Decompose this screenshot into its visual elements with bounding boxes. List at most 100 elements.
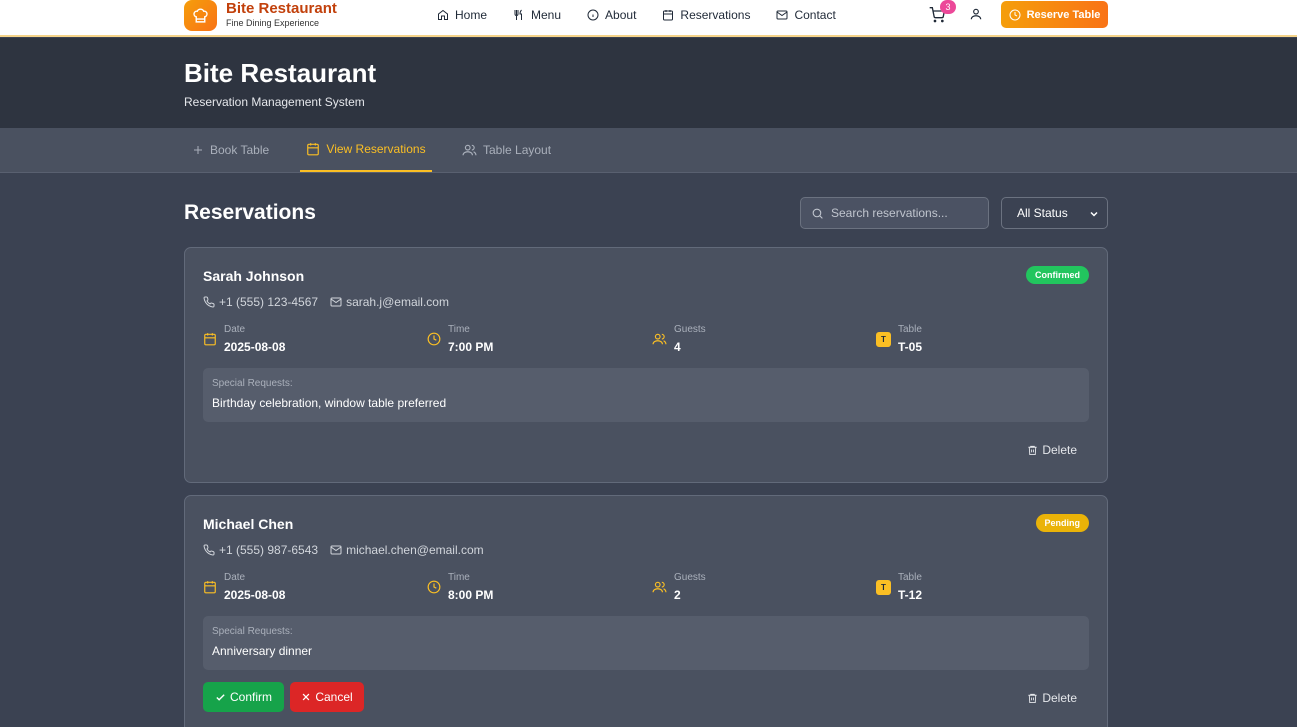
chef-hat-icon [184, 0, 217, 31]
time-detail: Time 7:00 PM [427, 324, 493, 354]
nav-about-label: About [605, 8, 637, 22]
reservation-card: Michael Chen Pending +1 (555) 987-6543 m… [184, 495, 1108, 727]
delete-button[interactable]: Delete [1027, 691, 1077, 705]
brand[interactable]: Bite Restaurant Fine Dining Experience [184, 0, 337, 31]
status-filter-value: All Status [1017, 206, 1068, 220]
search-box[interactable] [800, 197, 989, 229]
page-subtitle: Reservation Management System [184, 95, 365, 109]
delete-label: Delete [1042, 443, 1077, 457]
special-requests-text: Anniversary dinner [212, 644, 313, 658]
reservation-card: Sarah Johnson Confirmed +1 (555) 123-456… [184, 247, 1108, 483]
time-value: 7:00 PM [448, 340, 494, 354]
brand-tagline: Fine Dining Experience [226, 18, 320, 28]
search-input[interactable] [831, 206, 981, 220]
tab-view-reservations-label: View Reservations [326, 142, 426, 156]
special-requests-label: Special Requests: [212, 378, 293, 389]
time-label: Time [448, 572, 470, 583]
page-title: Bite Restaurant [184, 58, 377, 88]
trash-icon [1028, 693, 1037, 704]
mail-icon [330, 297, 342, 307]
guest-name: Sarah Johnson [203, 268, 305, 284]
guest-email: sarah.j@email.com [346, 295, 449, 309]
plus-icon [194, 146, 202, 154]
reserve-table-label: Reserve Table [1026, 8, 1101, 21]
confirm-button[interactable]: Confirm [203, 682, 284, 712]
date-label: Date [224, 324, 246, 335]
close-icon [302, 693, 310, 701]
delete-button[interactable]: Delete [1027, 443, 1077, 457]
nav-home[interactable]: Home [437, 7, 487, 23]
home-icon [438, 9, 448, 20]
date-value: 2025-08-08 [224, 340, 286, 354]
guests-label: Guests [674, 572, 706, 583]
reserve-table-button[interactable]: Reserve Table [1001, 1, 1108, 28]
date-label: Date [224, 572, 246, 583]
nav-reservations-label: Reservations [680, 8, 751, 22]
table-icon: T [876, 332, 891, 347]
delete-label: Delete [1042, 691, 1077, 705]
calendar-icon [307, 143, 320, 156]
calendar-icon [663, 10, 674, 21]
users-icon [652, 580, 667, 594]
guests-detail: Guests 2 [652, 572, 706, 602]
tab-book-table[interactable]: Book Table [192, 128, 269, 172]
mail-icon [330, 545, 342, 555]
table-value: T-12 [898, 588, 923, 602]
tab-bar: Book Table View Reservations Table Layou… [0, 128, 1297, 173]
cancel-button[interactable]: Cancel [290, 682, 364, 712]
tab-view-reservations[interactable]: View Reservations [300, 128, 432, 172]
status-badge: Confirmed [1026, 266, 1089, 284]
nav-reservations[interactable]: Reservations [662, 7, 750, 23]
date-detail: Date 2025-08-08 [203, 324, 285, 354]
guests-value: 4 [674, 340, 681, 354]
trash-icon [1028, 445, 1037, 456]
info-icon [587, 9, 599, 21]
status-filter-select[interactable]: All Status [1001, 197, 1108, 229]
guest-name: Michael Chen [203, 516, 294, 532]
guest-phone: +1 (555) 123-4567 [219, 295, 319, 309]
status-badge: Pending [1035, 514, 1089, 532]
nav-about[interactable]: About [587, 7, 636, 23]
contact-info: +1 (555) 987-6543 michael.chen@email.com [203, 543, 484, 557]
table-label: Table [898, 572, 922, 583]
contact-info: +1 (555) 123-4567 sarah.j@email.com [203, 295, 449, 309]
users-icon [652, 332, 667, 346]
guests-value: 2 [674, 588, 681, 602]
chevron-down-icon [1090, 211, 1098, 217]
tab-table-layout-label: Table Layout [483, 143, 552, 157]
nav-links: Home Menu About Reservations Contact [437, 7, 862, 23]
mail-icon [776, 10, 788, 20]
date-detail: Date 2025-08-08 [203, 572, 285, 602]
brand-name: Bite Restaurant [226, 0, 337, 17]
search-icon [812, 208, 823, 219]
special-requests-text: Birthday celebration, window table prefe… [212, 396, 447, 410]
time-detail: Time 8:00 PM [427, 572, 493, 602]
table-icon: T [876, 580, 891, 595]
special-requests: Special Requests: Anniversary dinner [203, 616, 1089, 670]
nav-menu-label: Menu [531, 8, 562, 22]
cart-count-badge: 3 [940, 0, 956, 14]
date-value: 2025-08-08 [224, 588, 286, 602]
calendar-icon [203, 580, 217, 594]
tab-table-layout[interactable]: Table Layout [462, 128, 551, 172]
nav-menu[interactable]: Menu [513, 7, 561, 23]
page-header: Bite Restaurant Reservation Management S… [0, 38, 1297, 128]
utensils-icon [514, 9, 523, 20]
clock-icon [427, 332, 441, 346]
special-requests-label: Special Requests: [212, 626, 293, 637]
nav-home-label: Home [455, 8, 488, 22]
table-value: T-05 [898, 340, 923, 354]
check-icon [216, 693, 225, 701]
guest-phone: +1 (555) 987-6543 [219, 543, 319, 557]
user-account-button[interactable] [969, 7, 983, 21]
guest-email: michael.chen@email.com [346, 543, 484, 557]
nav-contact[interactable]: Contact [776, 7, 836, 23]
table-label: Table [898, 324, 922, 335]
calendar-icon [203, 332, 217, 346]
user-icon [970, 8, 982, 20]
phone-icon [203, 544, 215, 556]
cancel-label: Cancel [315, 690, 353, 704]
time-value: 8:00 PM [448, 588, 494, 602]
tab-book-table-label: Book Table [210, 143, 270, 157]
table-detail: T Table T-12 [876, 572, 922, 602]
